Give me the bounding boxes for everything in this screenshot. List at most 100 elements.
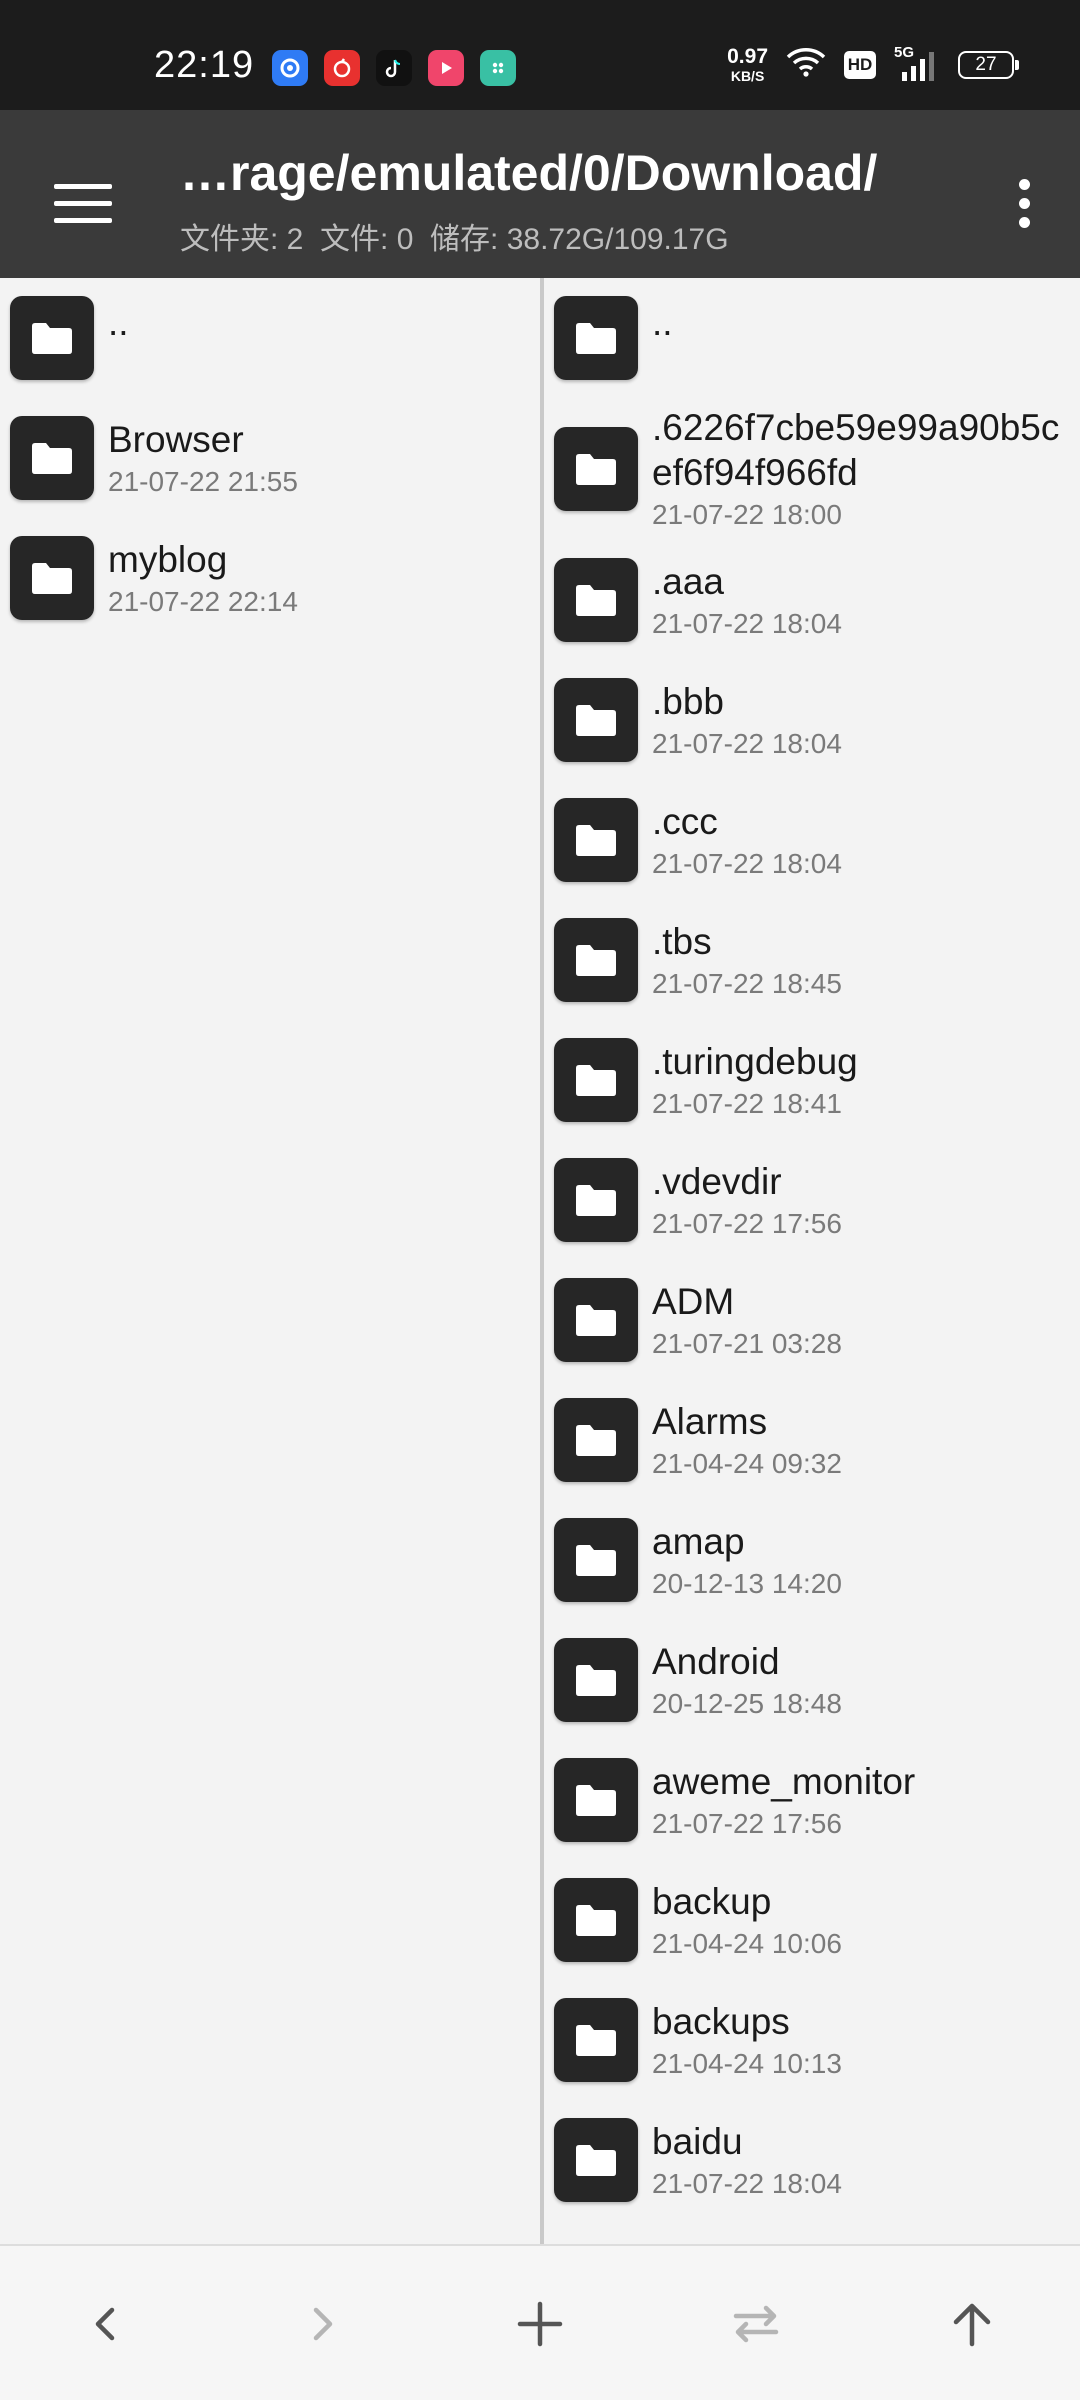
file-date: 21-07-22 18:04 <box>652 607 842 639</box>
file-date: 21-07-21 03:28 <box>652 1327 842 1359</box>
hd-badge: HD <box>844 50 876 79</box>
file-date: 21-07-22 21:55 <box>108 465 298 497</box>
list-item[interactable]: .tbs 21-07-22 18:45 <box>544 900 1080 1020</box>
file-date: 21-04-24 10:13 <box>652 2047 842 2079</box>
list-item[interactable]: myblog 21-07-22 22:14 <box>0 518 540 638</box>
file-name: .ccc <box>652 800 718 842</box>
folder-icon <box>10 296 94 380</box>
file-date: 20-12-25 18:48 <box>652 1687 842 1719</box>
list-item[interactable]: backups 21-04-24 10:13 <box>544 1980 1080 2100</box>
left-file-list: .. Browser 21-07-22 21:55 myblog 21-07-2… <box>0 278 540 638</box>
file-date: 21-07-22 18:04 <box>652 847 842 879</box>
tiktok-app-icon <box>376 50 412 86</box>
browser-app-icon <box>272 50 308 86</box>
folder-summary: 文件夹: 2 文件: 0 储存: 38.72G/109.17G <box>180 223 729 256</box>
folder-icon <box>554 918 638 1002</box>
chevron-left-icon <box>95 2307 115 2341</box>
list-item-parent-dir[interactable]: .. <box>0 278 540 398</box>
parent-dir-button[interactable] <box>922 2274 1022 2374</box>
list-item[interactable]: .6226f7cbe59e99a90b5cef6f94f966fd 21-07-2… <box>544 398 1080 540</box>
folder-icon <box>554 296 638 380</box>
forward-button[interactable] <box>272 2274 372 2374</box>
store-app-icon <box>480 50 516 86</box>
menu-button[interactable] <box>40 160 126 246</box>
folder-icon <box>554 1398 638 1482</box>
more-vert-icon <box>1018 178 1030 190</box>
folder-icon <box>554 678 638 762</box>
status-time: 22:19 <box>154 44 255 86</box>
list-item[interactable]: .vdevdir 21-07-22 17:56 <box>544 1140 1080 1260</box>
file-name: .. <box>652 302 673 343</box>
file-name: amap <box>652 1520 745 1562</box>
list-item[interactable]: .turingdebug 21-07-22 18:41 <box>544 1020 1080 1140</box>
list-item[interactable]: Alarms 21-04-24 09:32 <box>544 1380 1080 1500</box>
file-date: 21-07-22 18:04 <box>652 2167 842 2199</box>
file-name: .aaa <box>652 560 725 602</box>
file-date: 21-07-22 22:14 <box>108 585 298 617</box>
swap-icon <box>733 2305 779 2343</box>
file-name: Android <box>652 1640 780 1682</box>
file-name: aweme_monitor <box>652 1760 916 1802</box>
folder-icon <box>554 1998 638 2082</box>
file-date: 21-04-24 09:32 <box>652 1447 842 1479</box>
battery-indicator: 27 <box>958 50 1019 79</box>
hamburger-icon <box>54 183 112 189</box>
list-item[interactable]: Android 20-12-25 18:48 <box>544 1620 1080 1740</box>
file-date: 21-07-22 17:56 <box>652 1807 842 1839</box>
folder-icon <box>554 1758 638 1842</box>
file-date: 21-07-22 18:04 <box>652 727 842 759</box>
right-pane[interactable]: .. .6226f7cbe59e99a90b5cef6f94f966fd 21-07… <box>544 278 1080 2244</box>
list-item[interactable]: .bbb 21-07-22 18:04 <box>544 660 1080 780</box>
file-name: backups <box>652 2000 790 2042</box>
folder-icon <box>554 558 638 642</box>
file-date: 20-12-13 14:20 <box>652 1567 842 1599</box>
list-item[interactable]: .aaa 21-07-22 18:04 <box>544 540 1080 660</box>
file-name: backup <box>652 1880 772 1922</box>
file-name: .vdevdir <box>652 1160 782 1202</box>
file-date: 21-04-24 10:06 <box>652 1927 842 1959</box>
file-name: .6226f7cbe59e99a90b5cef6f94f966fd <box>652 407 1060 493</box>
list-item[interactable]: backup 21-04-24 10:06 <box>544 1860 1080 1980</box>
folder-icon <box>554 1518 638 1602</box>
cellular-signal-icon: 5G <box>894 44 940 82</box>
file-date: 21-07-22 18:41 <box>652 1087 842 1119</box>
right-file-list: .. .6226f7cbe59e99a90b5cef6f94f966fd 21-07… <box>544 278 1080 2220</box>
arrow-up-icon <box>953 2303 991 2347</box>
bottom-toolbar <box>0 2244 1080 2400</box>
file-name: myblog <box>108 538 228 580</box>
list-item[interactable]: Browser 21-07-22 21:55 <box>0 398 540 518</box>
file-date: 21-07-22 18:00 <box>652 499 842 530</box>
wifi-icon <box>786 47 826 82</box>
back-button[interactable] <box>56 2274 156 2374</box>
folder-icon <box>10 536 94 620</box>
video-app-icon <box>428 50 464 86</box>
network-speed: 0.97 KB/S <box>727 46 768 83</box>
list-item-parent-dir[interactable]: .. <box>544 278 1080 398</box>
list-item[interactable]: .ccc 21-07-22 18:04 <box>544 780 1080 900</box>
file-name: .bbb <box>652 680 725 722</box>
folder-icon <box>554 2118 638 2202</box>
folder-icon <box>554 1878 638 1962</box>
list-item[interactable]: aweme_monitor 21-07-22 17:56 <box>544 1740 1080 1860</box>
notification-icons <box>272 50 516 86</box>
network-speed-value: 0.97 <box>727 45 768 68</box>
left-pane[interactable]: .. Browser 21-07-22 21:55 myblog 21-07-2… <box>0 278 540 2244</box>
folder-icon <box>554 1278 638 1362</box>
list-item[interactable]: baidu 21-07-22 18:04 <box>544 2100 1080 2220</box>
file-date: 21-07-22 17:56 <box>652 1207 842 1239</box>
netease-music-app-icon <box>324 50 360 86</box>
file-name: .turingdebug <box>652 1040 858 1082</box>
file-name: .. <box>108 302 129 343</box>
new-button[interactable] <box>490 2274 590 2374</box>
chevron-right-icon <box>313 2307 333 2341</box>
folder-icon <box>554 1158 638 1242</box>
file-name: ADM <box>652 1280 735 1322</box>
plus-icon <box>517 2301 563 2347</box>
current-path[interactable]: …rage/emulated/0/Download/ <box>180 144 877 202</box>
folder-icon <box>10 416 94 500</box>
swap-panes-button[interactable] <box>706 2274 806 2374</box>
list-item[interactable]: amap 20-12-13 14:20 <box>544 1500 1080 1620</box>
more-options-button[interactable] <box>988 160 1060 246</box>
status-bar: 22:19 0.97 KB/S HD 5G 27 <box>0 0 1080 110</box>
list-item[interactable]: ADM 21-07-21 03:28 <box>544 1260 1080 1380</box>
